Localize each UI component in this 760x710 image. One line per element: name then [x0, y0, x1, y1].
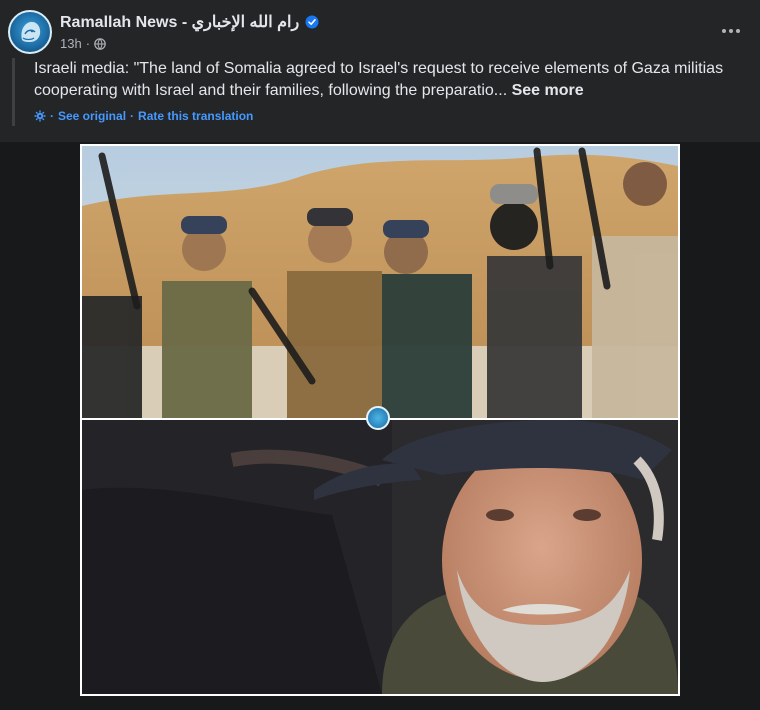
post-text: Israeli media: "The land of Somalia agre…: [34, 60, 724, 99]
page-avatar[interactable]: [8, 10, 52, 54]
more-options-button[interactable]: [716, 16, 746, 46]
photo-armed-group: [82, 146, 678, 418]
verified-badge-icon: [305, 15, 319, 29]
link-separator: ·: [50, 109, 54, 123]
see-original-link[interactable]: See original: [58, 109, 126, 123]
rate-translation-link[interactable]: Rate this translation: [138, 109, 253, 123]
post-media: [0, 142, 760, 710]
post-card: Ramallah News - رام الله الإخباري 13h · …: [0, 0, 760, 710]
man-portrait-image: [82, 420, 678, 694]
page-name-link[interactable]: Ramallah News - رام الله الإخباري: [60, 12, 299, 32]
link-separator: ·: [130, 109, 135, 123]
lion-logo-icon: [21, 21, 41, 42]
globe-icon[interactable]: [94, 37, 106, 50]
post-photo[interactable]: [80, 144, 680, 696]
watermark-logo-icon: [366, 406, 390, 430]
photo-man-closeup: [82, 420, 678, 694]
more-dot-icon: [729, 29, 733, 33]
meta-separator: ·: [85, 36, 91, 51]
gear-icon: [34, 110, 46, 122]
armed-group-image: [82, 146, 678, 418]
translation-links: · See original · Rate this translation: [34, 109, 253, 123]
more-dot-icon: [736, 29, 740, 33]
more-dot-icon: [722, 29, 726, 33]
post-header: Ramallah News - رام الله الإخباري 13h ·: [8, 10, 752, 56]
post-timestamp[interactable]: 13h: [60, 36, 82, 51]
see-more-link[interactable]: See more: [512, 82, 584, 99]
